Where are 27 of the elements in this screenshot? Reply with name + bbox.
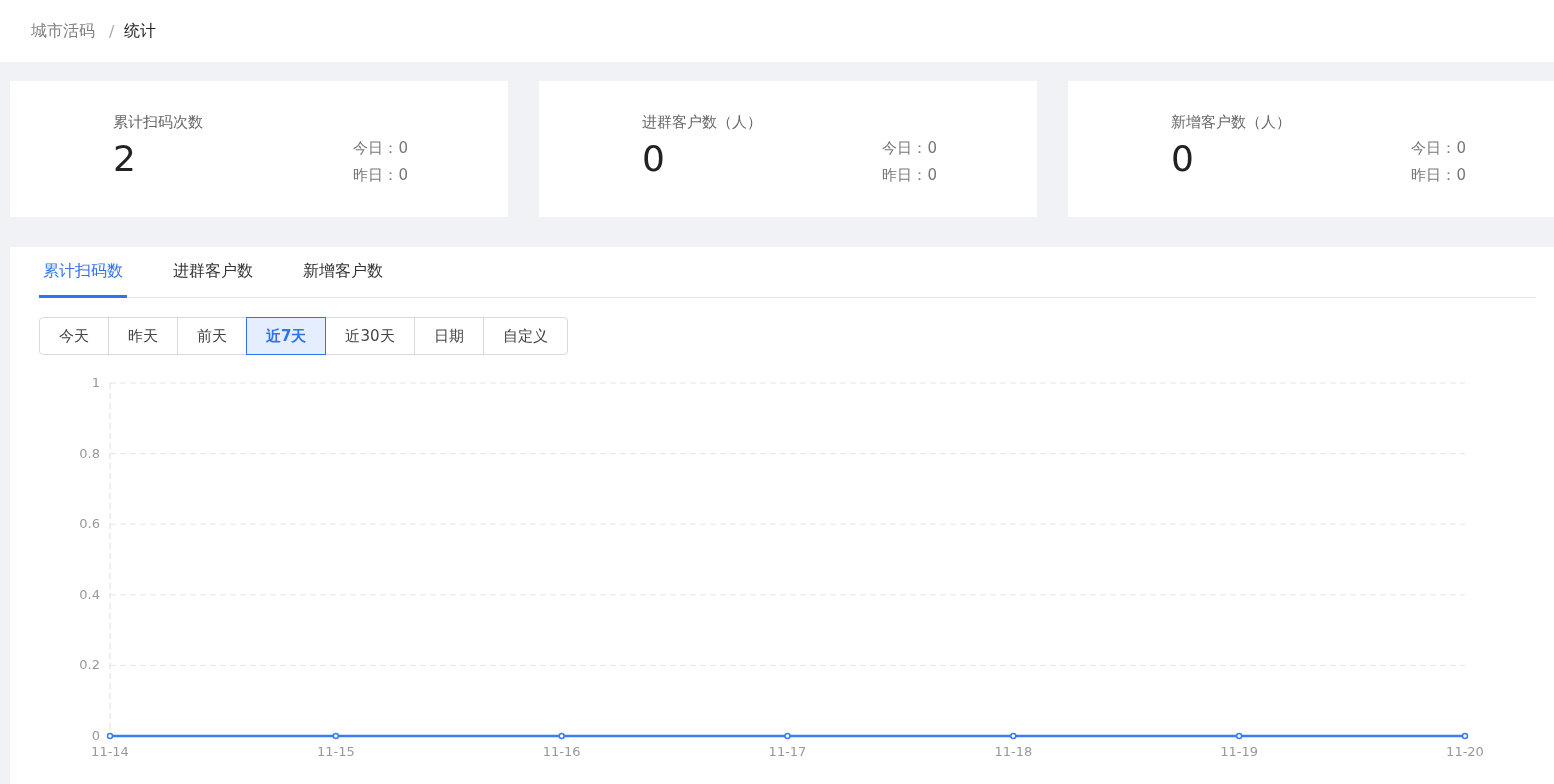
yesterday-count: 昨日：0 <box>353 166 408 185</box>
x-tick-label: 11-17 <box>768 744 807 759</box>
y-tick-label: 1 <box>91 375 100 390</box>
x-tick-label: 11-16 <box>542 744 581 759</box>
y-tick-label: 0.8 <box>79 445 100 461</box>
stat-title: 新增客户数（人） <box>1171 113 1291 132</box>
x-tick-label: 11-20 <box>1446 744 1484 759</box>
stat-title: 累计扫码次数 <box>113 113 203 132</box>
stat-title: 进群客户数（人） <box>642 113 762 132</box>
today-count: 今日：0 <box>1411 139 1466 158</box>
today-count: 今日：0 <box>882 139 937 158</box>
today-count: 今日：0 <box>353 139 408 158</box>
x-tick-label: 11-19 <box>1220 744 1259 759</box>
yesterday-count: 昨日：0 <box>882 166 937 185</box>
x-tick-label: 11-15 <box>316 744 355 759</box>
breadcrumb-current: 统计 <box>124 20 157 42</box>
y-tick-label: 0.2 <box>79 657 100 673</box>
stat-value: 2 <box>113 138 137 179</box>
yesterday-count: 昨日：0 <box>1411 166 1466 185</box>
y-tick-label: 0 <box>91 728 100 743</box>
x-tick-label: 11-18 <box>994 744 1033 759</box>
y-tick-label: 0.4 <box>79 586 100 602</box>
x-tick-label: 11-14 <box>91 744 129 759</box>
breadcrumb-separator: / <box>109 21 115 41</box>
y-tick-label: 0.6 <box>79 516 100 532</box>
stat-value: 0 <box>642 138 666 179</box>
stat-value: 0 <box>1171 138 1195 179</box>
